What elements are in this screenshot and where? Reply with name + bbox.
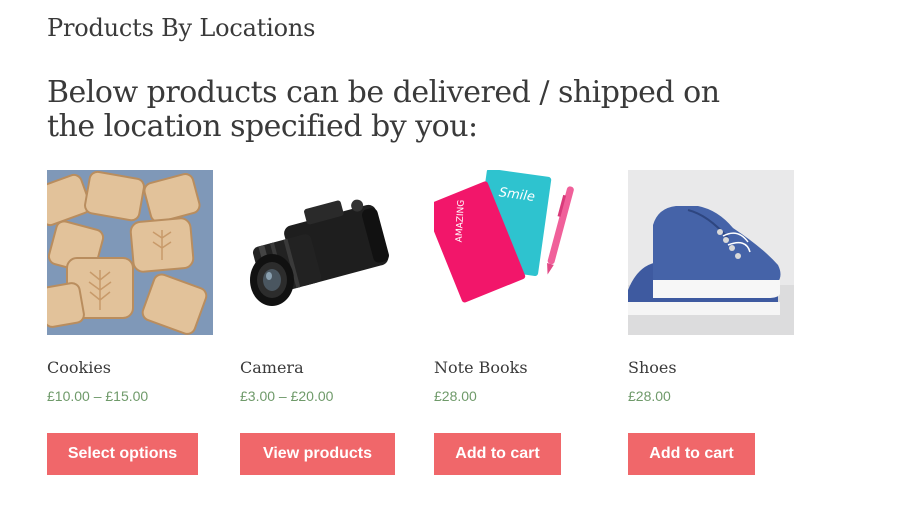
view-products-button[interactable]: View products xyxy=(240,433,395,475)
product-name[interactable]: Camera xyxy=(240,358,304,377)
add-to-cart-button[interactable]: Add to cart xyxy=(628,433,755,475)
camera-icon xyxy=(240,170,406,335)
camera-image[interactable] xyxy=(240,170,406,335)
add-to-cart-button[interactable]: Add to cart xyxy=(434,433,561,475)
product-price: £3.00 – £20.00 xyxy=(240,388,334,404)
product-name[interactable]: Shoes xyxy=(628,358,677,377)
shoes-image[interactable] xyxy=(628,170,794,335)
select-options-button[interactable]: Select options xyxy=(47,433,198,475)
intro-text: Below products can be delivered / shippe… xyxy=(47,75,720,144)
page-title: Products By Locations xyxy=(47,14,316,42)
shoes-icon xyxy=(628,170,794,335)
product-price: £28.00 xyxy=(628,388,671,404)
product-price: £10.00 – £15.00 xyxy=(47,388,149,404)
cookies-icon xyxy=(47,170,213,335)
product-card-note-books: Smile AMAZING Note Books £28.00 Add to c… xyxy=(434,170,600,475)
product-price: £28.00 xyxy=(434,388,477,404)
product-card-camera: Camera £3.00 – £20.00 View products xyxy=(240,170,406,475)
product-name[interactable]: Cookies xyxy=(47,358,111,377)
product-name[interactable]: Note Books xyxy=(434,358,528,377)
notebooks-icon: Smile AMAZING xyxy=(434,170,600,335)
product-card-shoes: Shoes £28.00 Add to cart xyxy=(628,170,794,475)
cookies-image[interactable] xyxy=(47,170,213,335)
notebooks-image[interactable]: Smile AMAZING xyxy=(434,170,600,335)
product-card-cookies: Cookies £10.00 – £15.00 Select options xyxy=(47,170,213,475)
